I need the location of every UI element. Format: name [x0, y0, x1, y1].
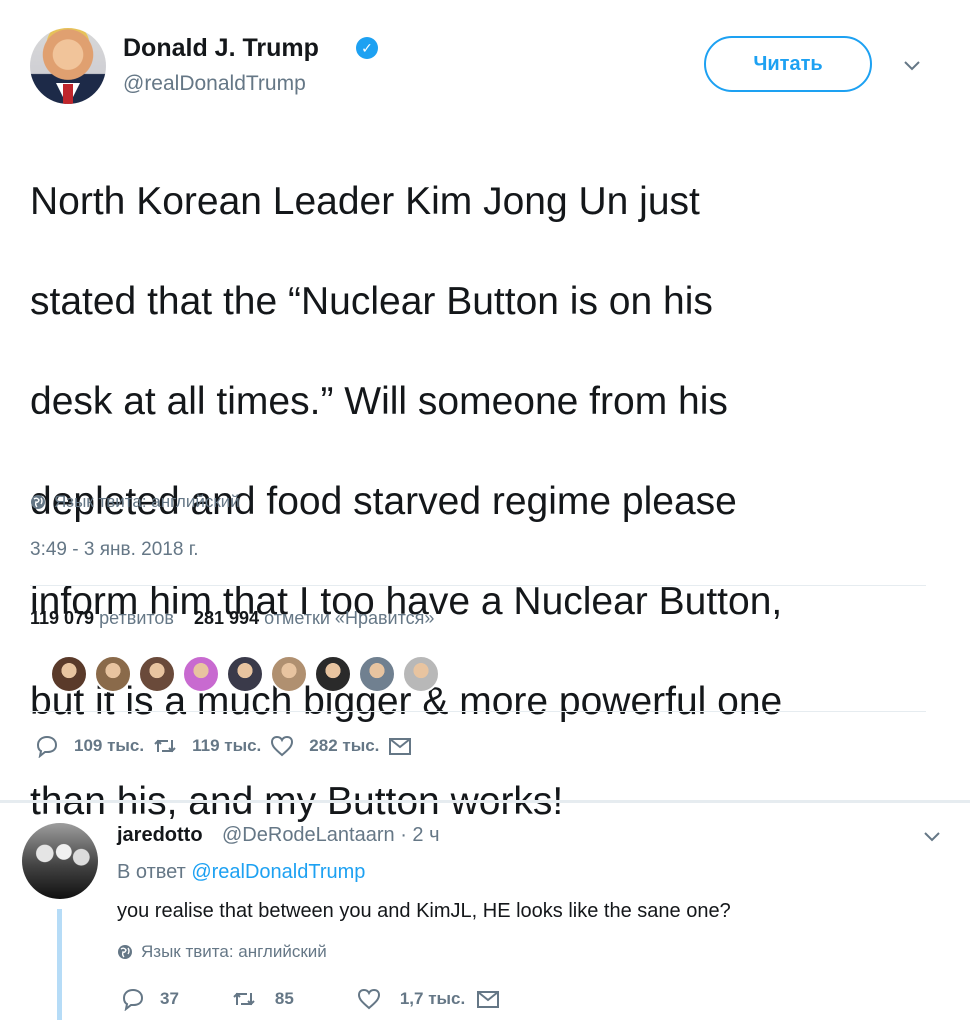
like-icon[interactable]	[356, 987, 382, 1011]
language-note[interactable]: Язык твита: английский	[30, 492, 240, 512]
likes-count[interactable]: 281 994	[194, 608, 259, 628]
reply-reply-count[interactable]: 37	[160, 989, 179, 1009]
reply-author-name[interactable]: jaredotto	[117, 824, 203, 847]
tweet-text-line: North Korean Leader Kim Jong Un just	[30, 180, 700, 223]
chevron-down-icon[interactable]	[900, 56, 924, 76]
author-avatar[interactable]	[30, 28, 106, 104]
liker-avatar[interactable]	[270, 655, 308, 693]
liker-avatar[interactable]	[94, 655, 132, 693]
liker-avatar[interactable]	[138, 655, 176, 693]
chevron-down-icon[interactable]	[920, 827, 944, 847]
reply-icon[interactable]	[120, 987, 146, 1011]
reply-count[interactable]: 109 тыс.	[74, 736, 144, 756]
globe-icon	[118, 945, 132, 959]
liker-avatar[interactable]	[182, 655, 220, 693]
liker-avatar[interactable]	[314, 655, 352, 693]
divider	[30, 585, 926, 586]
reply-author-avatar[interactable]	[22, 823, 98, 899]
engagement-stats: 119 079 ретвитов 281 994 отметки «Нравит…	[30, 608, 434, 629]
reply-language-note-text: Язык твита: английский	[141, 942, 327, 961]
reply-author-handle[interactable]: @DeRodeLantaarn · 2 ч	[222, 824, 440, 847]
direct-message-icon[interactable]	[387, 734, 413, 758]
retweets-label[interactable]: ретвитов	[99, 608, 174, 628]
reply-text: you realise that between you and KimJL, …	[117, 900, 731, 922]
author-handle[interactable]: @realDonaldTrump	[123, 72, 306, 96]
retweet-icon[interactable]	[231, 987, 257, 1011]
globe-icon	[31, 495, 45, 509]
tweet-text-line: stated that the “Nuclear Button is on hi…	[30, 280, 713, 323]
liker-avatar[interactable]	[358, 655, 396, 693]
in-reply-to: В ответ @realDonaldTrump	[117, 861, 365, 884]
likes-label[interactable]: отметки «Нравится»	[264, 608, 434, 628]
tweet-text-line: desk at all times.” Will someone from hi…	[30, 380, 728, 423]
reply-icon[interactable]	[34, 734, 60, 758]
verified-badge-icon: ✓	[356, 37, 378, 59]
liker-avatar[interactable]	[50, 655, 88, 693]
liker-avatar[interactable]	[226, 655, 264, 693]
tweet-timestamp[interactable]: 3:49 - 3 янв. 2018 г.	[30, 539, 199, 561]
liker-avatar[interactable]	[402, 655, 440, 693]
language-note-text: Язык твита: английский	[54, 492, 240, 511]
follow-button[interactable]: Читать	[704, 36, 872, 92]
like-icon[interactable]	[269, 734, 295, 758]
thread-line	[57, 909, 62, 1020]
reply-tweet[interactable]: jaredotto @DeRodeLantaarn · 2 ч В ответ …	[0, 803, 970, 1020]
in-reply-mention[interactable]: @realDonaldTrump	[191, 861, 365, 883]
like-count[interactable]: 282 тыс.	[309, 736, 379, 756]
reply-retweet-count[interactable]: 85	[275, 989, 294, 1009]
avatar-tie	[63, 84, 73, 104]
reply-actions: 37 85 1,7 тыс.	[120, 987, 501, 1011]
reply-language-note[interactable]: Язык твита: английский	[117, 942, 327, 962]
retweets-count[interactable]: 119 079	[30, 608, 94, 628]
author-name[interactable]: Donald J. Trump	[123, 34, 319, 63]
liker-avatars	[50, 655, 440, 693]
divider	[30, 711, 926, 712]
retweet-icon[interactable]	[152, 734, 178, 758]
reply-like-count[interactable]: 1,7 тыс.	[400, 989, 465, 1009]
main-tweet: Donald J. Trump ✓ @realDonaldTrump Читат…	[0, 0, 970, 823]
tweet-actions: 109 тыс. 119 тыс. 282 тыс.	[34, 734, 427, 758]
retweet-count[interactable]: 119 тыс.	[192, 736, 261, 756]
in-reply-prefix: В ответ	[117, 861, 186, 883]
direct-message-icon[interactable]	[475, 987, 501, 1011]
